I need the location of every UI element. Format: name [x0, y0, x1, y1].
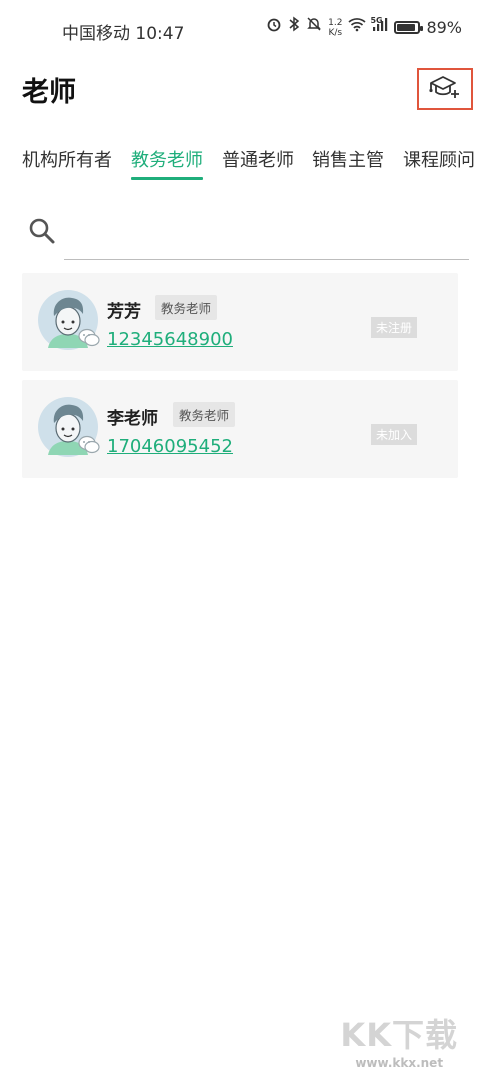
teacher-name: 芳芳 — [107, 302, 141, 322]
page-title: 老师 — [22, 77, 76, 108]
search-input[interactable] — [64, 212, 469, 260]
battery-percent: 89% — [426, 18, 462, 37]
tab-sales-manager[interactable]: 销售主管 — [312, 146, 384, 180]
watermark: KK下载 www.kkx.net — [340, 1010, 458, 1070]
graduation-cap-plus-icon — [428, 74, 462, 104]
role-badge: 教务老师 — [173, 402, 236, 427]
teacher-name: 李老师 — [107, 409, 158, 429]
signal-icon: 5G — [370, 16, 388, 39]
battery-icon — [394, 21, 424, 34]
teacher-card[interactable]: 李老师 教务老师 17046095452 未加入 — [22, 380, 458, 478]
status-icons: 1.2 K/s 5G 89% — [266, 16, 462, 39]
phone-link[interactable]: 12345648900 — [107, 329, 233, 350]
net-speed-unit: K/s — [328, 27, 343, 38]
tab-academic-teacher[interactable]: 教务老师 — [131, 146, 203, 180]
status-badge: 未加入 — [371, 424, 418, 445]
net-speed: 1.2 K/s — [328, 18, 342, 38]
tab-course-consultant[interactable]: 课程顾问 — [403, 146, 475, 180]
search-icon[interactable] — [28, 217, 56, 249]
tab-owner[interactable]: 机构所有者 — [22, 146, 112, 180]
net-speed-value: 1.2 — [328, 17, 343, 28]
status-bar: 中国移动 10:47 1.2 K/s 5G 89% — [0, 0, 480, 58]
wechat-icon — [78, 328, 100, 352]
role-tabs: 机构所有者 教务老师 普通老师 销售主管 课程顾问 — [0, 146, 480, 182]
add-teacher-button[interactable] — [417, 68, 473, 110]
phone-link[interactable]: 17046095452 — [107, 436, 233, 457]
tab-regular-teacher[interactable]: 普通老师 — [222, 146, 294, 180]
wechat-icon — [78, 435, 100, 459]
watermark-logo: KK下载 — [340, 1016, 458, 1054]
mute-icon — [306, 16, 322, 39]
role-badge: 教务老师 — [155, 295, 218, 320]
wifi-icon — [348, 16, 367, 39]
alarm-icon — [266, 16, 282, 39]
teacher-card[interactable]: 芳芳 教务老师 12345648900 未注册 — [22, 273, 458, 371]
status-badge: 未注册 — [371, 317, 418, 338]
bluetooth-icon — [288, 16, 300, 39]
network-type: 5G — [370, 16, 383, 25]
watermark-url: www.kkx.net — [355, 1056, 444, 1070]
carrier-time: 中国移动 10:47 — [62, 24, 185, 44]
